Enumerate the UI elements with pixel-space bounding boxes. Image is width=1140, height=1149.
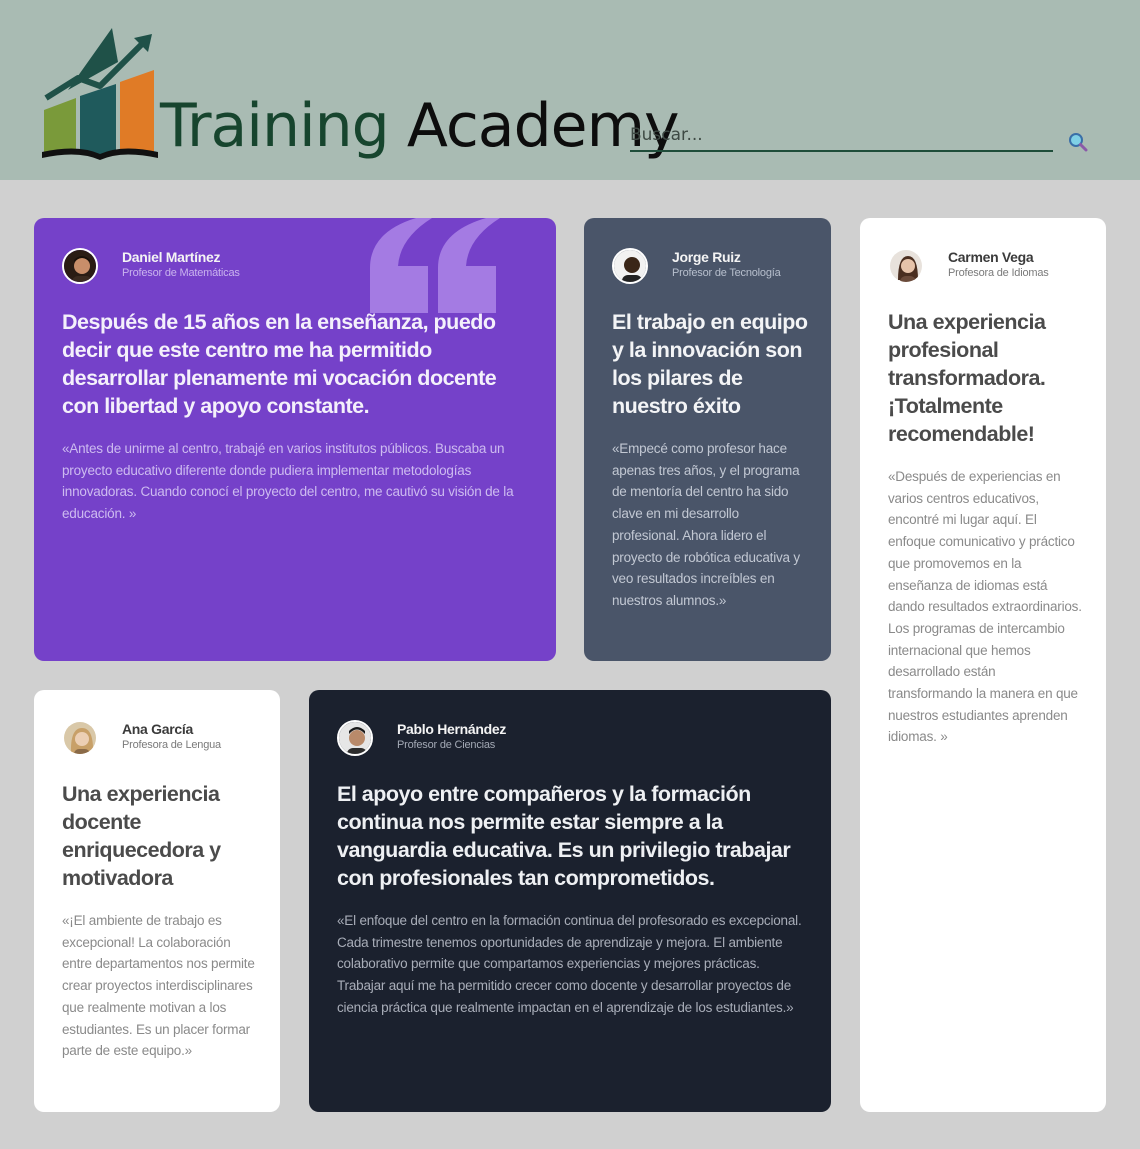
- avatar: [888, 248, 924, 284]
- author-role: Profesor de Matemáticas: [122, 267, 240, 279]
- testimonial-headline: El apoyo entre compañeros y la formación…: [337, 782, 791, 890]
- search-icon[interactable]: [1068, 132, 1088, 152]
- avatar: [62, 720, 98, 756]
- author-role: Profesor de Ciencias: [397, 739, 496, 751]
- quote-mark-icon: [370, 218, 500, 313]
- testimonial-body: «Antes de unirme al centro, trabajé en v…: [62, 441, 514, 522]
- author-role: Profesora de Idiomas: [948, 267, 1049, 279]
- testimonial-card: Ana García Profesora de Lengua Una exper…: [34, 690, 280, 1112]
- testimonial-headline: Una experiencia profesional transformado…: [888, 310, 1046, 446]
- testimonial-body: «El enfoque del centro en la formación c…: [337, 913, 802, 1015]
- logo-chart-book-icon: [42, 28, 158, 160]
- testimonial-card: Jorge Ruiz Profesor de Tecnología El tra…: [584, 218, 831, 661]
- author-name: Carmen Vega: [948, 249, 1034, 265]
- testimonial-headline: Una experiencia docente enriquecedora y …: [62, 782, 221, 890]
- testimonial-body: «Empecé como profesor hace apenas tres a…: [612, 441, 800, 608]
- author-name: Ana García: [122, 721, 193, 737]
- author-name: Pablo Hernández: [397, 721, 507, 737]
- testimonial-card: Daniel Martínez Profesor de Matemáticas …: [34, 218, 556, 661]
- author-role: Profesor de Tecnología: [672, 267, 781, 279]
- testimonial-body: «Después de experiencias en varios centr…: [888, 469, 1082, 745]
- avatar: [337, 720, 373, 756]
- author-name: Daniel Martínez: [122, 249, 221, 265]
- testimonial-card: Pablo Hernández Profesor de Ciencias El …: [309, 690, 831, 1112]
- testimonial-card: Carmen Vega Profesora de Idiomas Una exp…: [860, 218, 1106, 1112]
- site-logo[interactable]: Training Academy: [38, 20, 680, 165]
- site-header: Training Academy: [0, 0, 1140, 180]
- author-name: Jorge Ruiz: [672, 249, 741, 265]
- testimonial-headline: El trabajo en equipo y la innovación son…: [612, 310, 808, 418]
- search-bar: [630, 120, 1053, 152]
- logo-word-training: Training: [160, 91, 390, 161]
- search-input[interactable]: [630, 120, 1053, 150]
- testimonial-headline: Después de 15 años en la enseñanza, pued…: [62, 310, 497, 418]
- author-role: Profesora de Lengua: [122, 739, 221, 751]
- logo-wordmark: Training Academy: [160, 90, 680, 162]
- testimonial-body: «¡El ambiente de trabajo es excepcional!…: [62, 913, 255, 1059]
- avatar: [612, 248, 648, 284]
- avatar: [62, 248, 98, 284]
